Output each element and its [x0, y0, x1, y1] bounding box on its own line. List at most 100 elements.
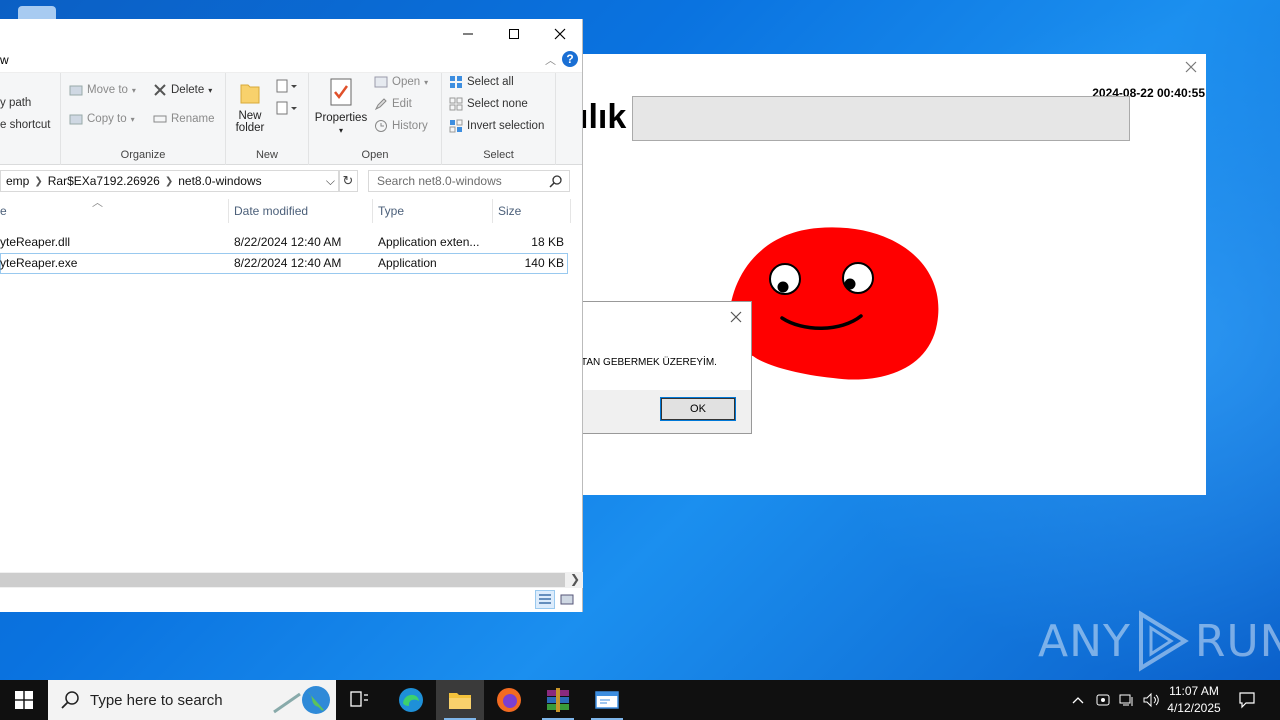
column-type[interactable]: Type: [378, 204, 404, 218]
meet-now-button[interactable]: [1092, 680, 1114, 720]
minimize-icon: [463, 33, 473, 35]
taskbar-search-input[interactable]: Type here to search: [48, 680, 336, 720]
windows-logo-icon: [15, 691, 33, 709]
show-hidden-icons-button[interactable]: [1068, 680, 1088, 720]
copy-to-button[interactable]: Copy to ▾: [69, 112, 135, 126]
properties-button[interactable]: Properties ▾: [313, 77, 369, 137]
breadcrumb-rar[interactable]: Rar$EXa7192.26926: [43, 174, 165, 188]
open-group-label: Open: [361, 149, 389, 161]
new-folder-label-1: New: [238, 110, 262, 122]
notifications-button[interactable]: [1232, 680, 1262, 720]
column-divider[interactable]: [228, 199, 229, 223]
open-button[interactable]: Open ▾: [374, 75, 428, 89]
table-row[interactable]: yteReaper.exe 8/22/2024 12:40 AM Applica…: [0, 253, 568, 274]
scrollbar-thumb[interactable]: [0, 573, 565, 587]
delete-button[interactable]: Delete ▾: [153, 83, 212, 97]
new-folder-label-2: folder: [235, 122, 265, 134]
copy-to-label: Copy to: [87, 113, 127, 125]
column-size[interactable]: Size: [498, 204, 521, 218]
history-button[interactable]: History: [374, 119, 428, 133]
clock[interactable]: 11:07 AM 4/12/2025: [1162, 683, 1226, 717]
edit-button[interactable]: Edit: [374, 97, 412, 111]
message-text: TAN GEBERMEK ÜZEREYİM.: [583, 357, 717, 368]
help-icon[interactable]: ?: [562, 51, 578, 67]
chevron-right-icon[interactable]: ❯: [165, 176, 173, 187]
copy-path-button[interactable]: y path: [0, 97, 31, 109]
column-divider[interactable]: [492, 199, 493, 223]
history-icon: [375, 120, 387, 132]
invert-selection-button[interactable]: Invert selection: [449, 119, 544, 133]
column-date-modified[interactable]: Date modified: [234, 204, 308, 218]
network-icon: [1119, 694, 1133, 706]
large-icons-view-button[interactable]: [557, 590, 577, 609]
horizontal-scrollbar[interactable]: ❯: [0, 572, 583, 588]
chevron-down-icon[interactable]: ⌵: [326, 174, 335, 189]
app-window-taskbar-button[interactable]: [583, 680, 631, 720]
title-bar[interactable]: [0, 19, 582, 49]
search-input[interactable]: Search net8.0-windows: [368, 170, 570, 192]
maximize-icon: [509, 29, 519, 39]
details-view-button[interactable]: [535, 590, 555, 609]
edge-taskbar-button[interactable]: [387, 680, 435, 720]
clock-time: 11:07 AM: [1169, 684, 1219, 698]
column-name[interactable]: e: [0, 204, 7, 218]
file-size: 140 KB: [524, 256, 564, 270]
ribbon: y path e shortcut Move to ▾ Copy to ▾ Dele…: [0, 73, 582, 165]
file-type: Application exten...: [378, 235, 480, 249]
close-button[interactable]: [537, 19, 583, 49]
winrar-icon: [547, 688, 569, 712]
menu-view[interactable]: w: [0, 53, 9, 67]
file-explorer-taskbar-button[interactable]: [436, 680, 484, 720]
column-divider[interactable]: [372, 199, 373, 223]
close-icon[interactable]: [729, 310, 743, 324]
breadcrumb-temp[interactable]: emp: [1, 174, 34, 188]
copy-to-icon: [69, 114, 83, 125]
firefox-taskbar-button[interactable]: [485, 680, 533, 720]
file-name: yteReaper.dll: [0, 235, 71, 249]
desktop-icon[interactable]: [18, 6, 56, 20]
folder-icon: [240, 84, 260, 104]
refresh-button[interactable]: ↻: [338, 170, 358, 192]
column-divider[interactable]: [570, 199, 571, 223]
rename-button[interactable]: Rename: [153, 112, 214, 126]
edge-icon: [399, 688, 423, 712]
group-open: Properties ▾ Open ▾ Edit History Open: [309, 73, 442, 165]
column-headers: ︿ e Date modified Type Size: [0, 197, 582, 225]
chevron-right-icon[interactable]: ❯: [34, 176, 42, 187]
table-row[interactable]: yteReaper.dll 8/22/2024 12:40 AM Applica…: [0, 232, 568, 253]
start-button[interactable]: [0, 680, 48, 720]
search-icon: [61, 691, 79, 709]
edit-icon: [374, 98, 387, 111]
new-group-label: New: [255, 149, 278, 161]
open-icon: [374, 76, 388, 88]
maximize-button[interactable]: [491, 19, 537, 49]
close-icon[interactable]: [1184, 60, 1198, 74]
easy-access-icon: [276, 101, 297, 115]
easy-access-button[interactable]: [276, 101, 298, 117]
edit-label: Edit: [392, 98, 412, 110]
search-icon: [549, 175, 562, 188]
breadcrumb-net8[interactable]: net8.0-windows: [173, 174, 266, 188]
chevron-up-icon[interactable]: ︿: [545, 52, 556, 68]
new-item-button[interactable]: [276, 79, 298, 95]
volume-button[interactable]: [1140, 680, 1162, 720]
address-row: emp ❯ Rar$EXa7192.26926 ❯ net8.0-windows…: [0, 165, 582, 197]
task-view-button[interactable]: [336, 680, 384, 720]
move-to-button[interactable]: Move to ▾: [69, 83, 136, 97]
details-view-icon: [539, 594, 551, 604]
chevron-right-icon[interactable]: ❯: [570, 572, 580, 586]
select-none-button[interactable]: Select none: [449, 97, 528, 111]
group-select: Select all Select none Invert selection …: [442, 73, 556, 165]
message-box: TAN GEBERMEK ÜZEREYİM. OK: [583, 301, 752, 434]
ok-button[interactable]: OK: [660, 397, 736, 421]
file-explorer-window: w ︿ ? y path e shortcut Move to ▾ Copy to…: [0, 19, 583, 612]
paste-shortcut-button[interactable]: e shortcut: [0, 119, 51, 131]
clock-date: 4/12/2025: [1167, 701, 1221, 715]
network-button[interactable]: [1116, 680, 1138, 720]
new-folder-button[interactable]: New folder: [232, 79, 268, 134]
select-all-button[interactable]: Select all: [449, 75, 514, 89]
winrar-taskbar-button[interactable]: [534, 680, 582, 720]
select-none-label: Select none: [467, 98, 528, 110]
minimize-button[interactable]: [445, 19, 491, 49]
address-bar[interactable]: emp ❯ Rar$EXa7192.26926 ❯ net8.0-windows…: [0, 170, 340, 192]
